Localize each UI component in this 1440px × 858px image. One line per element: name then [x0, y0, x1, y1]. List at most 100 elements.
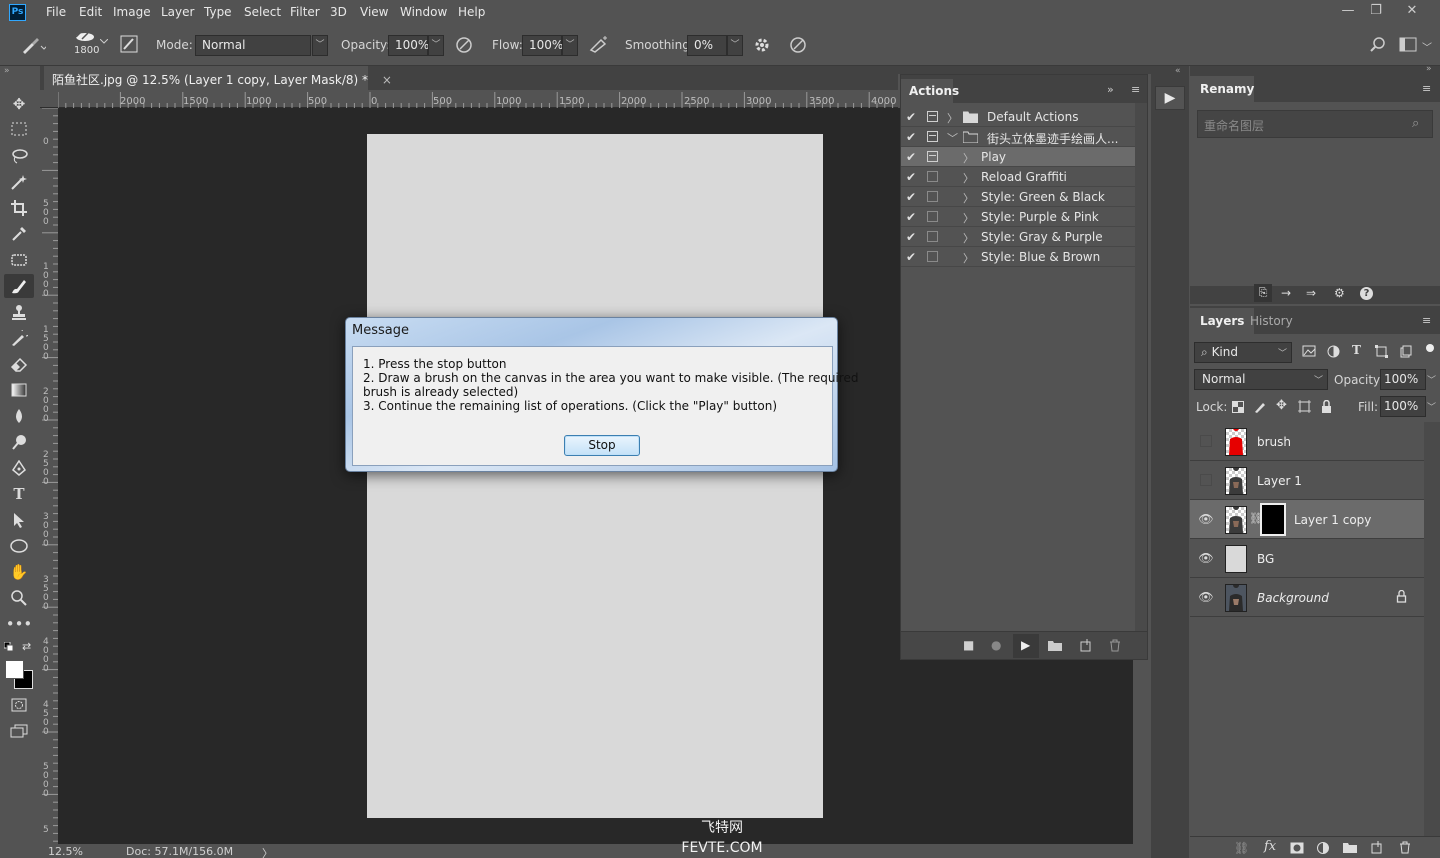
- dialog-toggle[interactable]: [927, 151, 938, 162]
- layer-row-background[interactable]: 👁 Background: [1190, 578, 1424, 617]
- expand-toggle-icon[interactable]: 〉: [963, 210, 974, 226]
- link-layers-icon[interactable]: ⛓: [1234, 841, 1249, 855]
- lasso-tool-icon[interactable]: [4, 144, 34, 168]
- fx-icon[interactable]: fx: [1264, 839, 1276, 854]
- help-icon[interactable]: ?: [1360, 287, 1373, 300]
- menu-select[interactable]: Select: [244, 5, 281, 19]
- marquee-tool-icon[interactable]: [4, 118, 34, 142]
- layer-name[interactable]: Layer 1: [1257, 474, 1302, 488]
- menu-help[interactable]: Help: [458, 5, 485, 19]
- path-selection-tool-icon[interactable]: [4, 508, 34, 532]
- expand-toggle-icon[interactable]: 〉: [963, 250, 974, 266]
- checkmark-icon[interactable]: ✔: [906, 250, 916, 264]
- menu-file[interactable]: File: [46, 5, 66, 19]
- layer-name[interactable]: brush: [1257, 435, 1291, 449]
- checkmark-icon[interactable]: ✔: [906, 210, 916, 224]
- brush-tool-icon[interactable]: [4, 274, 34, 298]
- panel-expand-icon[interactable]: »: [1107, 83, 1114, 96]
- tab-actions[interactable]: Actions: [901, 79, 959, 103]
- stamp-tool-icon[interactable]: [4, 300, 34, 324]
- layer-name[interactable]: Background: [1257, 591, 1329, 605]
- smoothing-input[interactable]: 0%: [687, 35, 727, 56]
- eye-icon[interactable]: 👁: [1198, 551, 1214, 565]
- action-row[interactable]: ✔ 〉 Play: [901, 147, 1135, 167]
- scrollbar[interactable]: [1424, 422, 1440, 836]
- layer-name[interactable]: Layer 1 copy: [1294, 513, 1371, 527]
- chevron-down-icon[interactable]: ﹀: [1427, 400, 1436, 413]
- quick-mask-icon[interactable]: [4, 694, 34, 718]
- menu-type[interactable]: Type: [204, 5, 232, 19]
- rename-layer-input[interactable]: 重命名图层: [1197, 110, 1433, 138]
- stop-record-button[interactable]: ■: [963, 638, 974, 652]
- dialog-toggle[interactable]: [927, 171, 938, 182]
- menu-layer[interactable]: Layer: [161, 5, 194, 19]
- action-row[interactable]: ✔ 〉 Style: Purple & Pink: [901, 207, 1135, 227]
- expand-toggle-icon[interactable]: 〉: [963, 150, 974, 166]
- brush-tool-icon[interactable]: [20, 37, 46, 55]
- lock-artboard-icon[interactable]: [1298, 400, 1311, 413]
- close-window-button[interactable]: ✕: [1401, 1, 1423, 21]
- stop-button[interactable]: Stop: [564, 435, 640, 456]
- move-tool-icon[interactable]: ✥: [4, 92, 34, 116]
- lock-pixels-icon[interactable]: [1254, 400, 1266, 413]
- default-colors-icon[interactable]: [4, 642, 14, 652]
- dialog-toggle[interactable]: [927, 211, 938, 222]
- trash-icon[interactable]: [1109, 639, 1121, 652]
- checkmark-icon[interactable]: ✔: [906, 150, 916, 164]
- adjustment-layer-icon[interactable]: [1317, 842, 1329, 854]
- lock-all-icon[interactable]: [1321, 400, 1332, 413]
- collapse-icon[interactable]: »: [4, 66, 10, 76]
- eraser-tool-icon[interactable]: [4, 352, 34, 376]
- action-row[interactable]: ✔ 〉 Style: Blue & Brown: [901, 247, 1135, 267]
- action-row[interactable]: ✔ 〉 Reload Graffiti: [901, 167, 1135, 187]
- more-tools-icon[interactable]: •••: [4, 612, 34, 636]
- action-row[interactable]: ✔ 〉 Default Actions: [901, 107, 1135, 127]
- hand-tool-icon[interactable]: ✋: [4, 560, 34, 584]
- chevron-down-icon[interactable]: ﹀: [312, 35, 328, 56]
- mode-select[interactable]: Normal: [195, 35, 311, 56]
- brush-preset-picker[interactable]: 1800: [66, 29, 110, 61]
- collapse-icon[interactable]: »: [1426, 64, 1432, 74]
- panel-menu-icon[interactable]: ≡: [1422, 314, 1431, 327]
- expand-toggle-icon[interactable]: 〉: [963, 190, 974, 206]
- chevron-down-icon[interactable]: ﹀: [727, 35, 743, 56]
- menu-filter[interactable]: Filter: [290, 5, 320, 19]
- layer-name[interactable]: BG: [1257, 552, 1274, 566]
- zoom-tool-icon[interactable]: [4, 586, 34, 610]
- chevron-down-icon[interactable]: ﹀: [1422, 39, 1432, 54]
- panel-menu-icon[interactable]: ≡: [1131, 83, 1140, 96]
- layer-row-layer-1-copy[interactable]: 👁 ⛓ Layer 1 copy: [1190, 500, 1424, 539]
- lock-position-icon[interactable]: ✥: [1276, 398, 1287, 413]
- menu-view[interactable]: View: [360, 5, 388, 19]
- pressure-size-icon[interactable]: [789, 36, 807, 54]
- dialog-toggle[interactable]: [927, 231, 938, 242]
- double-arrow-right-icon[interactable]: ⇒: [1306, 286, 1316, 300]
- eyedropper-tool-icon[interactable]: [4, 222, 34, 246]
- lock-transparent-icon[interactable]: [1232, 401, 1244, 413]
- actions-panel-button[interactable]: ▶: [1155, 86, 1185, 110]
- tab-renamy[interactable]: Renamy: [1190, 76, 1254, 102]
- minimize-button[interactable]: —: [1337, 1, 1359, 21]
- folder-icon[interactable]: [1343, 842, 1357, 853]
- search-icon[interactable]: ⌕: [1412, 116, 1419, 131]
- filter-shape-icon[interactable]: [1375, 345, 1388, 358]
- search-icon[interactable]: [1369, 36, 1387, 54]
- dialog-toggle[interactable]: [927, 131, 938, 142]
- checkmark-icon[interactable]: ✔: [906, 110, 916, 124]
- zoom-level[interactable]: 12.5%: [48, 845, 83, 858]
- type-tool-icon[interactable]: T: [4, 482, 34, 506]
- gradient-tool-icon[interactable]: [4, 378, 34, 402]
- screen-mode-icon[interactable]: [4, 720, 34, 744]
- blur-tool-icon[interactable]: [4, 404, 34, 428]
- document-canvas[interactable]: [367, 134, 823, 818]
- layer-row-layer-1[interactable]: Layer 1: [1190, 461, 1424, 500]
- layer-row-bg[interactable]: 👁 BG: [1190, 539, 1424, 578]
- action-row[interactable]: ✔ 〉 Style: Green & Black: [901, 187, 1135, 207]
- swap-colors-icon[interactable]: ⇄: [22, 640, 31, 653]
- close-tab-icon[interactable]: ×: [382, 73, 392, 87]
- workspace-icon[interactable]: [1399, 37, 1417, 53]
- opacity-input[interactable]: 100%: [388, 35, 429, 56]
- expand-toggle-icon[interactable]: 〉: [963, 170, 974, 186]
- menu-3d[interactable]: 3D: [330, 5, 347, 19]
- rename-mode-icon[interactable]: ⎘: [1254, 284, 1272, 302]
